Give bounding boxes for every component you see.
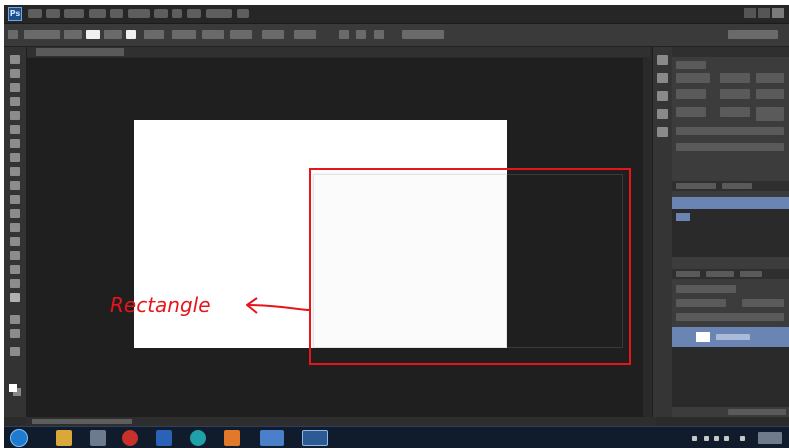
annotation-arrow-icon	[246, 297, 311, 314]
